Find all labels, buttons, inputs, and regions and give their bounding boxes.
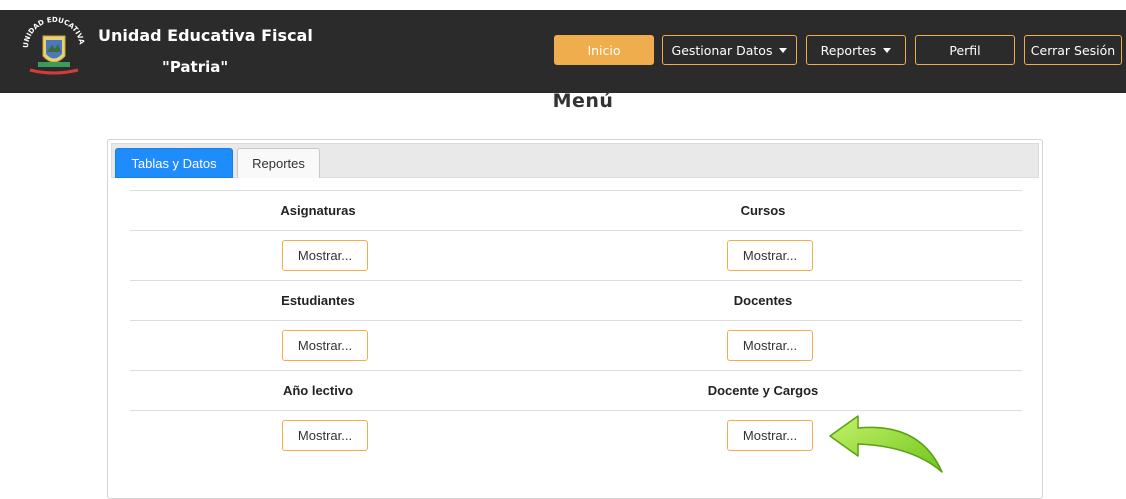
mostrar-docente-cargos-button[interactable]: Mostrar... — [727, 420, 813, 451]
caret-down-icon — [779, 47, 788, 53]
label-estudiantes: Estudiantes — [281, 293, 355, 308]
tab-reportes[interactable]: Reportes — [237, 148, 320, 178]
top-navbar: UNIDAD EDUCATIVA FISCAL Unidad Educativa… — [0, 10, 1126, 93]
mostrar-cursos-button[interactable]: Mostrar... — [727, 240, 813, 271]
mostrar-estudiantes-button[interactable]: Mostrar... — [282, 330, 368, 361]
annotation-arrow-icon — [829, 415, 943, 473]
mostrar-docentes-button[interactable]: Mostrar... — [727, 330, 813, 361]
row-divider — [130, 370, 1022, 371]
nav-gestionar-label: Gestionar Datos — [671, 42, 773, 58]
nav-inicio-label: Inicio — [587, 42, 621, 58]
school-crest-logo: UNIDAD EDUCATIVA FISCAL — [16, 14, 86, 75]
nav-reportes-dropdown[interactable]: Reportes — [806, 35, 906, 65]
nav-perfil-label: Perfil — [949, 42, 981, 58]
row-divider — [130, 280, 1022, 281]
caret-down-icon — [883, 47, 892, 53]
nav-cerrar-sesion-button[interactable]: Cerrar Sesión — [1024, 35, 1122, 65]
tab-bar: Tablas y Datos Reportes — [111, 143, 1039, 178]
brand-subtitle: "Patria" — [162, 58, 229, 76]
nav-cerrar-label: Cerrar Sesión — [1030, 42, 1116, 58]
mostrar-anio-lectivo-button[interactable]: Mostrar... — [282, 420, 368, 451]
row-divider — [130, 320, 1022, 321]
label-asignaturas: Asignaturas — [280, 203, 356, 218]
row-divider — [130, 190, 1022, 191]
mostrar-asignaturas-button[interactable]: Mostrar... — [282, 240, 368, 271]
label-cursos: Cursos — [740, 203, 786, 218]
nav-gestionar-datos-dropdown[interactable]: Gestionar Datos — [662, 35, 797, 65]
row-divider — [130, 230, 1022, 231]
nav-inicio-button[interactable]: Inicio — [554, 35, 654, 65]
brand-title: Unidad Educativa Fiscal — [98, 26, 313, 45]
page-title: Menú — [552, 90, 614, 112]
label-docente-y-cargos: Docente y Cargos — [707, 383, 819, 398]
nav-reportes-label: Reportes — [820, 42, 877, 58]
label-anio-lectivo: Año lectivo — [282, 383, 354, 398]
label-docentes: Docentes — [733, 293, 793, 308]
tab-tablas-y-datos[interactable]: Tablas y Datos — [115, 148, 233, 178]
nav-perfil-button[interactable]: Perfil — [915, 35, 1015, 65]
